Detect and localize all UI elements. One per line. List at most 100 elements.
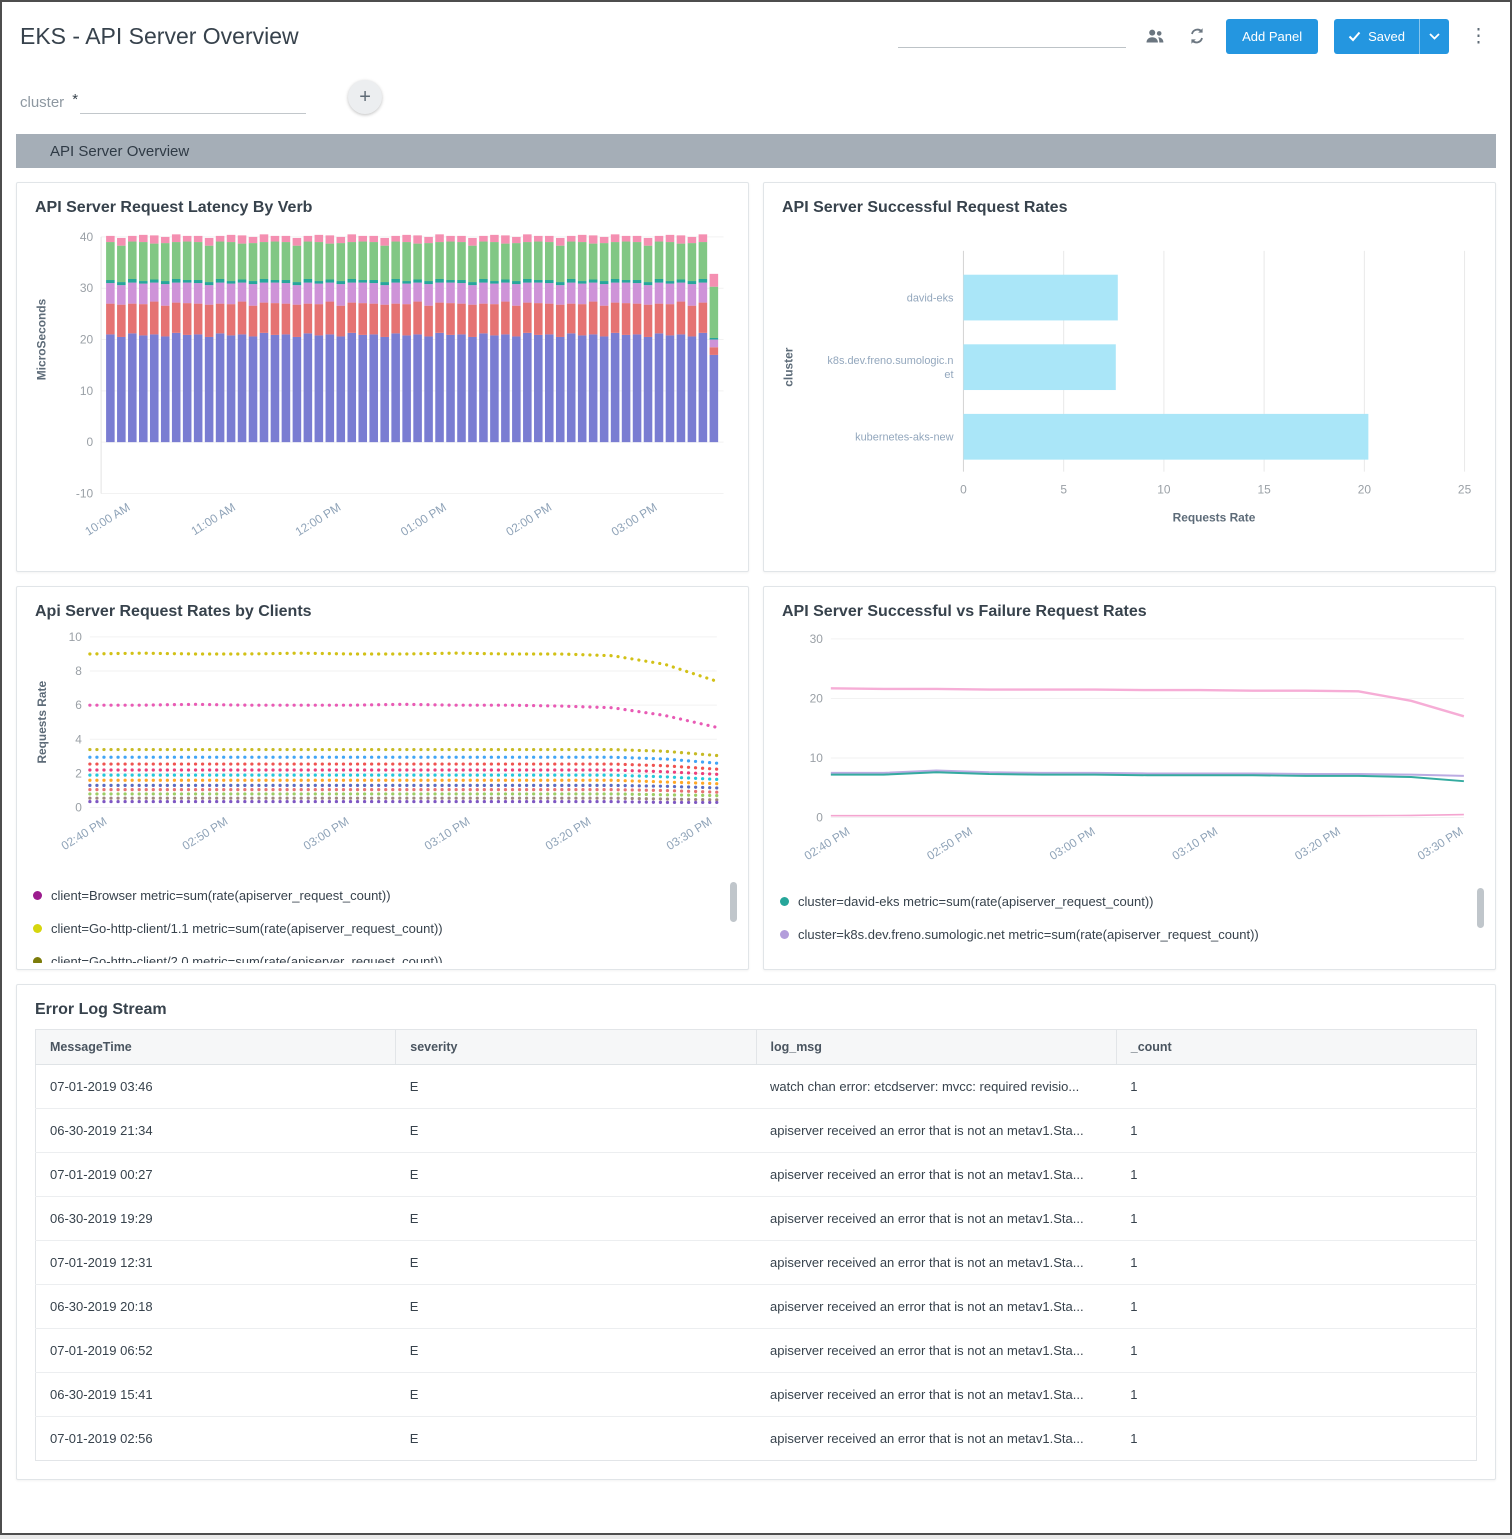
- svg-text:03:20 PM: 03:20 PM: [543, 814, 594, 853]
- column-header-messagetime[interactable]: MessageTime: [36, 1030, 396, 1065]
- saved-dropdown-button[interactable]: [1419, 19, 1449, 54]
- error-log-table-wrap: MessageTimeseveritylog_msg_count 07-01-2…: [17, 1025, 1495, 1479]
- check-icon: [1348, 31, 1361, 42]
- svf-chart-legend: cluster=david-eks metric=sum(rate(apiser…: [780, 885, 1487, 957]
- refresh-button[interactable]: [1184, 23, 1210, 49]
- panel-successful-request-rates: API Server Successful Request Rates 0 5 10…: [763, 182, 1496, 572]
- saved-split-button: Saved: [1334, 19, 1449, 54]
- table-cell: 1: [1116, 1241, 1476, 1285]
- legend-item[interactable]: client=Go-http-client/2.0 metric=sum(rat…: [33, 945, 724, 963]
- chevron-down-icon: [1429, 33, 1440, 40]
- required-asterisk: *: [72, 91, 78, 114]
- table-row[interactable]: 06-30-2019 20:18Eapiserver received an e…: [36, 1285, 1477, 1329]
- svg-text:03:10 PM: 03:10 PM: [422, 814, 473, 853]
- column-header-log_msg[interactable]: log_msg: [756, 1030, 1116, 1065]
- panel-latency-by-verb: API Server Request Latency By Verb -1001…: [16, 182, 749, 572]
- table-cell: apiserver received an error that is not …: [756, 1109, 1116, 1153]
- panel-title: Api Server Request Rates by Clients: [17, 587, 748, 627]
- add-panel-label: Add Panel: [1242, 29, 1302, 44]
- table-cell: apiserver received an error that is not …: [756, 1285, 1116, 1329]
- table-cell: 1: [1116, 1197, 1476, 1241]
- panel-title: API Server Successful Request Rates: [764, 183, 1495, 223]
- section-title: API Server Overview: [50, 143, 189, 160]
- table-row[interactable]: 07-01-2019 02:56Eapiserver received an e…: [36, 1417, 1477, 1461]
- cluster-filter-input[interactable]: [80, 92, 306, 114]
- svg-text:10: 10: [1157, 482, 1171, 496]
- legend-item[interactable]: cluster=k8s.dev.freno.sumologic.net metr…: [780, 918, 1471, 951]
- table-row[interactable]: 07-01-2019 06:52Eapiserver received an e…: [36, 1329, 1477, 1373]
- column-header-count[interactable]: _count: [1116, 1030, 1476, 1065]
- header-search-input[interactable]: [898, 24, 1126, 48]
- users-icon: [1145, 26, 1165, 46]
- svg-text:40: 40: [80, 230, 94, 244]
- svg-text:0: 0: [87, 435, 94, 449]
- svg-text:30: 30: [810, 632, 824, 646]
- svg-text:20: 20: [1358, 482, 1372, 496]
- svg-text:cluster: cluster: [781, 347, 795, 386]
- share-users-button[interactable]: [1142, 23, 1168, 49]
- add-panel-button[interactable]: Add Panel: [1226, 19, 1318, 54]
- latency-by-verb-chart[interactable]: -1001020304010:00 AM11:00 AM12:00 PM01:0…: [17, 223, 748, 571]
- svg-text:03:00 PM: 03:00 PM: [609, 500, 660, 539]
- saved-label: Saved: [1368, 29, 1405, 44]
- svg-text:25: 25: [1458, 482, 1472, 496]
- legend-item[interactable]: cluster=david-eks metric=sum(rate(apiser…: [780, 885, 1471, 918]
- svg-text:02:50 PM: 02:50 PM: [924, 824, 975, 863]
- table-cell: E: [396, 1197, 756, 1241]
- add-filter-button[interactable]: +: [348, 80, 382, 114]
- table-row[interactable]: 07-01-2019 00:27Eapiserver received an e…: [36, 1153, 1477, 1197]
- column-header-severity[interactable]: severity: [396, 1030, 756, 1065]
- legend-scrollbar[interactable]: [730, 882, 737, 922]
- saved-button[interactable]: Saved: [1334, 19, 1419, 54]
- request-rates-by-clients-chart[interactable]: 024681002:40 PM02:50 PM03:00 PM03:10 PM0…: [17, 627, 748, 877]
- svg-text:5: 5: [1060, 482, 1067, 496]
- table-cell: E: [396, 1153, 756, 1197]
- svg-text:david-eks: david-eks: [907, 293, 954, 305]
- svg-text:10: 10: [80, 384, 94, 398]
- table-cell: 06-30-2019 15:41: [36, 1373, 396, 1417]
- table-row[interactable]: 06-30-2019 21:34Eapiserver received an e…: [36, 1109, 1477, 1153]
- successful-request-rates-chart[interactable]: 0510152025david-eksk8s.dev.freno.sumolog…: [764, 223, 1495, 571]
- legend-scrollbar[interactable]: [1477, 888, 1484, 928]
- panel-title: API Server Successful vs Failure Request…: [764, 587, 1495, 627]
- table-row[interactable]: 06-30-2019 15:41Eapiserver received an e…: [36, 1373, 1477, 1417]
- panel-error-log-stream: Error Log Stream MessageTimeseveritylog_…: [16, 984, 1496, 1480]
- table-cell: 07-01-2019 06:52: [36, 1329, 396, 1373]
- svg-text:03:30 PM: 03:30 PM: [664, 814, 715, 853]
- svg-text:10: 10: [810, 751, 824, 765]
- table-cell: 07-01-2019 00:27: [36, 1153, 396, 1197]
- table-cell: 1: [1116, 1065, 1476, 1109]
- table-cell: E: [396, 1285, 756, 1329]
- svg-text:kubernetes-aks-new: kubernetes-aks-new: [855, 432, 953, 444]
- legend-item[interactable]: client=Go-http-client/1.1 metric=sum(rat…: [33, 912, 724, 945]
- svg-text:2: 2: [75, 766, 82, 780]
- table-row[interactable]: 07-01-2019 12:31Eapiserver received an e…: [36, 1241, 1477, 1285]
- legend-dot: [33, 924, 42, 933]
- table-cell: 06-30-2019 19:29: [36, 1197, 396, 1241]
- svg-text:10: 10: [69, 630, 83, 644]
- svg-text:02:40 PM: 02:40 PM: [802, 824, 853, 863]
- table-row[interactable]: 07-01-2019 03:46Ewatch chan error: etcds…: [36, 1065, 1477, 1109]
- success-vs-failure-chart[interactable]: 010203002:40 PM02:50 PM03:00 PM03:10 PM0…: [764, 627, 1495, 883]
- table-row[interactable]: 06-30-2019 19:29Eapiserver received an e…: [36, 1197, 1477, 1241]
- legend-dot: [780, 897, 789, 906]
- panels-grid: API Server Request Latency By Verb -1001…: [2, 168, 1510, 1494]
- table-cell: 1: [1116, 1153, 1476, 1197]
- table-cell: apiserver received an error that is not …: [756, 1241, 1116, 1285]
- table-cell: E: [396, 1417, 756, 1461]
- more-options-button[interactable]: ⋮: [1465, 23, 1492, 50]
- svg-text:0: 0: [960, 482, 967, 496]
- svg-text:-10: -10: [76, 486, 94, 500]
- table-cell: 07-01-2019 02:56: [36, 1417, 396, 1461]
- svg-text:6: 6: [75, 698, 82, 712]
- table-cell: 1: [1116, 1329, 1476, 1373]
- section-header: API Server Overview: [16, 134, 1496, 168]
- table-cell: 06-30-2019 21:34: [36, 1109, 396, 1153]
- table-cell: watch chan error: etcdserver: mvcc: requ…: [756, 1065, 1116, 1109]
- svg-text:k8s.dev.freno.sumologic.n: k8s.dev.freno.sumologic.n: [827, 355, 953, 367]
- table-cell: E: [396, 1241, 756, 1285]
- svg-text:0: 0: [816, 810, 823, 824]
- svg-text:et: et: [944, 369, 953, 381]
- legend-item[interactable]: client=Browser metric=sum(rate(apiserver…: [33, 879, 724, 912]
- legend-label: cluster=k8s.dev.freno.sumologic.net metr…: [798, 927, 1259, 942]
